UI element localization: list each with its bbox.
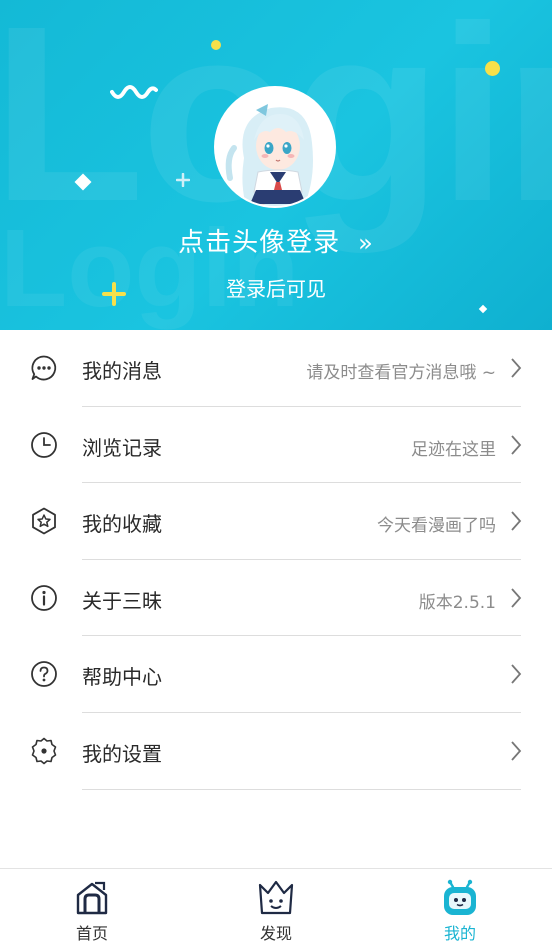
chevron-right-icon [511, 588, 522, 608]
dot-decoration-icon [485, 61, 500, 76]
dot-decoration-icon [211, 40, 221, 50]
star-hexagon-icon [32, 507, 56, 535]
menu-item-label: 我的消息 [82, 359, 162, 383]
divider [82, 788, 521, 790]
robot-icon [444, 879, 476, 915]
home-icon [76, 881, 108, 915]
tab-label: 发现 [259, 924, 292, 943]
menu-item-about[interactable]: 关于三昧 版本2.5.1 [0, 560, 552, 637]
login-prompt-text: 点击头像登录 [178, 228, 341, 258]
avatar[interactable] [214, 86, 336, 208]
chevron-right-icon [511, 358, 522, 378]
login-prompt[interactable]: 点击头像登录 » [0, 222, 552, 259]
chevron-right-icon [511, 741, 522, 761]
diamond-decoration-icon [478, 304, 488, 314]
menu-item-label: 我的设置 [82, 741, 162, 766]
tab-mine[interactable]: 我的 [368, 869, 552, 943]
profile-header: Login Login [0, 0, 552, 330]
menu-item-desc: 今天看漫画了吗 [377, 516, 496, 537]
anime-avatar-icon [216, 88, 334, 206]
menu-list: 我的消息 请及时查看官方消息哦 ~ 浏览记录 足迹在这里 我的收藏 今天看漫画了… [0, 330, 552, 790]
tab-label: 首页 [75, 924, 108, 943]
settings-icon [31, 737, 57, 765]
chevron-right-icon [511, 664, 522, 684]
tab-discover[interactable]: 发现 [184, 869, 368, 943]
tab-home[interactable]: 首页 [0, 869, 184, 943]
menu-item-settings[interactable]: 我的设置 [0, 713, 552, 790]
crown-icon [258, 880, 294, 915]
double-chevron-right-icon: » [358, 229, 374, 257]
plus-decoration-icon [176, 173, 190, 187]
menu-item-help[interactable]: 帮助中心 [0, 636, 552, 713]
menu-item-label: 我的收藏 [82, 512, 162, 537]
menu-item-desc: 版本2.5.1 [418, 592, 496, 613]
menu-item-label: 浏览记录 [82, 435, 162, 460]
tab-label: 我的 [443, 924, 476, 943]
menu-item-messages[interactable]: 我的消息 请及时查看官方消息哦 ~ [0, 330, 552, 407]
bottom-tab-bar: 首页 发现 我的 [0, 868, 552, 943]
login-subtitle: 登录后可见 [226, 277, 326, 301]
menu-item-desc: 请及时查看官方消息哦 ~ [306, 363, 496, 383]
chevron-right-icon [511, 511, 522, 531]
chevron-right-icon [511, 434, 522, 455]
wave-decoration-icon [110, 85, 158, 99]
menu-item-history[interactable]: 浏览记录 足迹在这里 [0, 407, 552, 484]
menu-item-label: 帮助中心 [82, 665, 162, 690]
menu-item-desc: 足迹在这里 [411, 439, 496, 460]
menu-item-label: 关于三昧 [82, 588, 162, 613]
menu-item-favorites[interactable]: 我的收藏 今天看漫画了吗 [0, 483, 552, 560]
message-icon [31, 355, 57, 381]
clock-icon [31, 431, 57, 458]
info-icon [31, 584, 57, 611]
help-icon [31, 661, 57, 688]
